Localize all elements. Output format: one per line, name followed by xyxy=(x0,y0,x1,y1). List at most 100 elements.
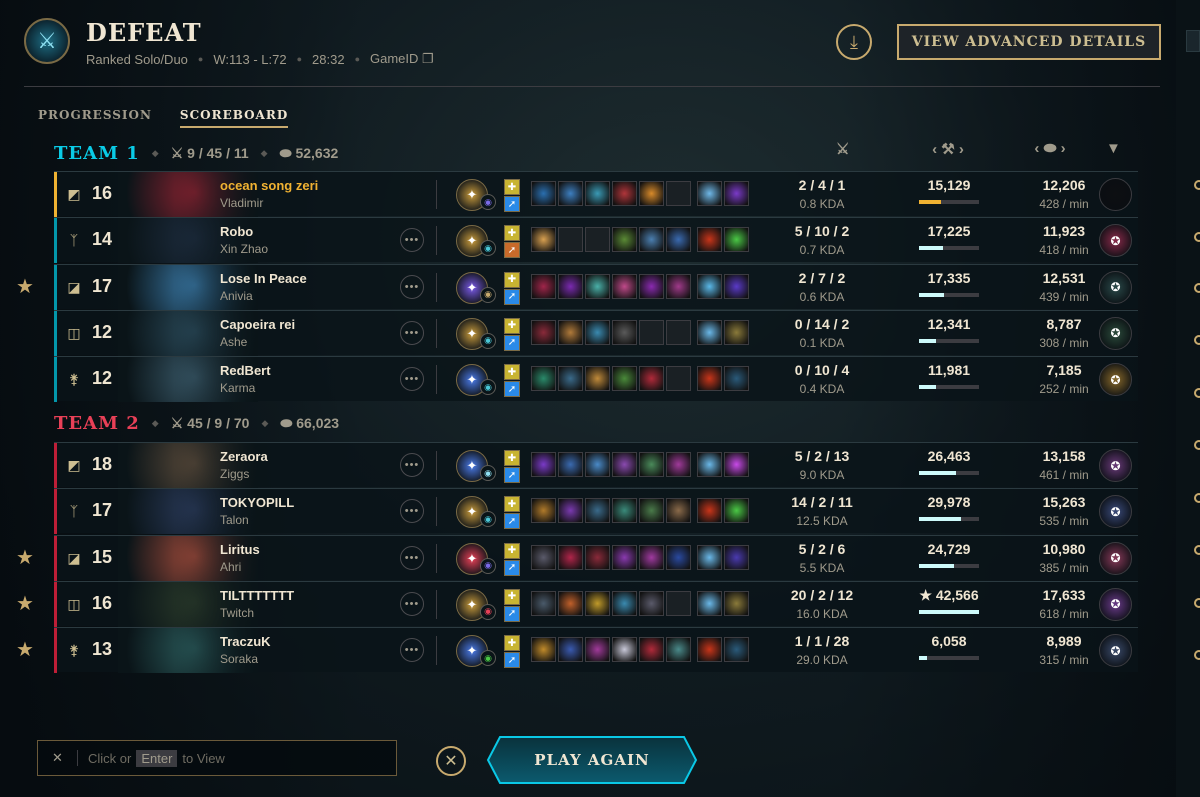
summoner-spell-d-icon[interactable]: ✚ xyxy=(504,635,520,652)
secondary-rune-icon[interactable]: ◉ xyxy=(480,286,496,303)
item-slot[interactable] xyxy=(585,637,610,663)
item-slot[interactable] xyxy=(639,498,664,524)
item-slot[interactable] xyxy=(724,637,749,663)
summoner-name[interactable]: Liritus xyxy=(220,542,260,557)
item-slot[interactable] xyxy=(697,181,722,206)
player-options-button[interactable]: ••• xyxy=(400,545,424,570)
summoner-spell-f-icon[interactable]: ➚ xyxy=(504,288,520,305)
item-slot[interactable] xyxy=(724,452,749,477)
summoner-name[interactable]: TraczuK xyxy=(220,634,271,649)
summoner-spell-f-icon[interactable]: ➚ xyxy=(504,467,520,483)
item-slot[interactable] xyxy=(666,181,691,206)
item-slot[interactable] xyxy=(558,498,583,524)
item-slot[interactable] xyxy=(666,273,691,299)
summoner-spell-d-icon[interactable]: ✚ xyxy=(504,317,520,334)
player-row[interactable]: ◫ 16 TILTTTTTTT Twitch ••• ✦ ◉ ✚ ➚ 20 / 2 / 12 16.… xyxy=(54,580,1138,627)
item-slot[interactable] xyxy=(639,637,664,663)
mastery-badge-icon[interactable]: ✪ xyxy=(1099,541,1132,575)
item-slot[interactable] xyxy=(558,273,583,299)
item-slot[interactable] xyxy=(531,181,556,206)
item-slot[interactable] xyxy=(531,498,556,524)
item-slot[interactable] xyxy=(697,273,722,299)
summoner-spell-f-icon[interactable]: ➚ xyxy=(504,652,520,669)
secondary-rune-icon[interactable]: ◉ xyxy=(480,603,496,620)
item-slot[interactable] xyxy=(697,319,722,345)
secondary-rune-icon[interactable]: ◉ xyxy=(480,332,496,349)
close-button[interactable]: ✕ xyxy=(436,746,466,776)
summoner-name[interactable]: Capoeira rei xyxy=(220,317,295,332)
item-slot[interactable] xyxy=(666,227,691,253)
item-slot[interactable] xyxy=(697,366,722,392)
item-slot[interactable] xyxy=(666,590,691,616)
item-slot[interactable] xyxy=(531,319,556,345)
item-slot[interactable] xyxy=(531,273,556,299)
item-slot[interactable] xyxy=(585,319,610,345)
player-row[interactable]: ◪ 17 Lose In Peace Anivia ••• ✦ ◉ ✚ ➚ 2 / 7 / 2 0.… xyxy=(54,263,1138,310)
player-options-button[interactable]: ••• xyxy=(400,453,424,477)
summoner-spell-f-icon[interactable]: ➚ xyxy=(504,334,520,351)
secondary-rune-icon[interactable]: ◉ xyxy=(480,511,496,528)
summoner-name[interactable]: TILTTTTTTT xyxy=(220,588,294,603)
item-slot[interactable] xyxy=(666,319,691,345)
item-slot[interactable] xyxy=(724,319,749,345)
item-slot[interactable] xyxy=(585,181,610,206)
player-row[interactable]: ◪ 15 Liritus Ahri ••• ✦ ◉ ✚ ➚ 5 / 2 / 6 5.5 KDA 24,… xyxy=(54,534,1138,581)
item-slot[interactable] xyxy=(639,273,664,299)
summoner-spell-d-icon[interactable]: ✚ xyxy=(504,496,520,513)
secondary-rune-icon[interactable]: ◉ xyxy=(480,557,496,574)
item-slot[interactable] xyxy=(724,227,749,253)
player-options-button[interactable]: ••• xyxy=(400,591,424,616)
player-row[interactable]: ⚵ 12 RedBert Karma ••• ✦ ◉ ✚ ➚ 0 / 10 / 4 0.4 KDA 1… xyxy=(54,356,1138,403)
item-slot[interactable] xyxy=(612,590,637,616)
player-options-button[interactable]: ••• xyxy=(400,320,424,345)
mastery-badge-icon[interactable]: ✪ xyxy=(1099,495,1132,529)
item-slot[interactable] xyxy=(639,366,664,392)
item-slot[interactable] xyxy=(531,590,556,616)
secondary-rune-icon[interactable]: ◉ xyxy=(480,194,496,210)
item-slot[interactable] xyxy=(666,366,691,392)
summoner-spell-f-icon[interactable]: ➚ xyxy=(504,559,520,576)
item-slot[interactable] xyxy=(585,452,610,477)
player-options-button[interactable]: ••• xyxy=(400,228,424,253)
item-slot[interactable] xyxy=(558,590,583,616)
gold-column-selector[interactable]: ‹ ⬬ › xyxy=(1022,140,1078,157)
item-slot[interactable] xyxy=(558,452,583,477)
summoner-name[interactable]: Lose In Peace xyxy=(220,271,307,286)
player-options-button[interactable]: ••• xyxy=(400,638,424,663)
mastery-badge-icon[interactable]: ✪ xyxy=(1099,270,1132,304)
item-slot[interactable] xyxy=(585,590,610,616)
item-slot[interactable] xyxy=(612,498,637,524)
player-row[interactable]: ◩ 16 ocean song zeri Vladimir ✦ ◉ ✚ ➚ 2 / 4 / 10… xyxy=(54,171,1138,217)
mastery-badge-icon[interactable]: ✪ xyxy=(1099,363,1132,397)
item-slot[interactable] xyxy=(639,319,664,345)
summoner-spell-f-icon[interactable]: ➚ xyxy=(504,242,520,259)
player-options-button[interactable]: ••• xyxy=(400,499,424,524)
item-slot[interactable] xyxy=(639,227,664,253)
item-slot[interactable] xyxy=(666,637,691,663)
player-row[interactable]: ◫ 12 Capoeira rei Ashe ••• ✦ ◉ ✚ ➚ 0 / 14 / 2 0.1 … xyxy=(54,309,1138,356)
item-slot[interactable] xyxy=(531,452,556,477)
summoner-spell-d-icon[interactable]: ✚ xyxy=(504,450,520,466)
item-slot[interactable] xyxy=(558,366,583,392)
tab-scoreboard[interactable]: SCOREBOARD xyxy=(179,108,289,128)
item-slot[interactable] xyxy=(612,227,637,253)
item-slot[interactable] xyxy=(639,544,664,570)
item-slot[interactable] xyxy=(724,273,749,299)
item-slot[interactable] xyxy=(558,319,583,345)
item-slot[interactable] xyxy=(585,273,610,299)
item-slot[interactable] xyxy=(697,637,722,663)
summoner-spell-d-icon[interactable]: ✚ xyxy=(504,542,520,559)
item-slot[interactable] xyxy=(639,590,664,616)
chat-input[interactable]: ✕ Click or Enter to View xyxy=(37,740,397,776)
item-slot[interactable] xyxy=(612,366,637,392)
item-slot[interactable] xyxy=(666,544,691,570)
item-slot[interactable] xyxy=(531,227,556,253)
item-slot[interactable] xyxy=(639,452,664,477)
item-slot[interactable] xyxy=(558,181,583,206)
play-again-button[interactable]: PLAY AGAIN xyxy=(486,735,698,785)
item-slot[interactable] xyxy=(558,637,583,663)
download-button[interactable]: ⤓ xyxy=(836,24,872,60)
item-slot[interactable] xyxy=(612,452,637,477)
tab-progression[interactable]: PROGRESSION xyxy=(38,108,152,128)
secondary-rune-icon[interactable]: ◉ xyxy=(480,465,496,481)
